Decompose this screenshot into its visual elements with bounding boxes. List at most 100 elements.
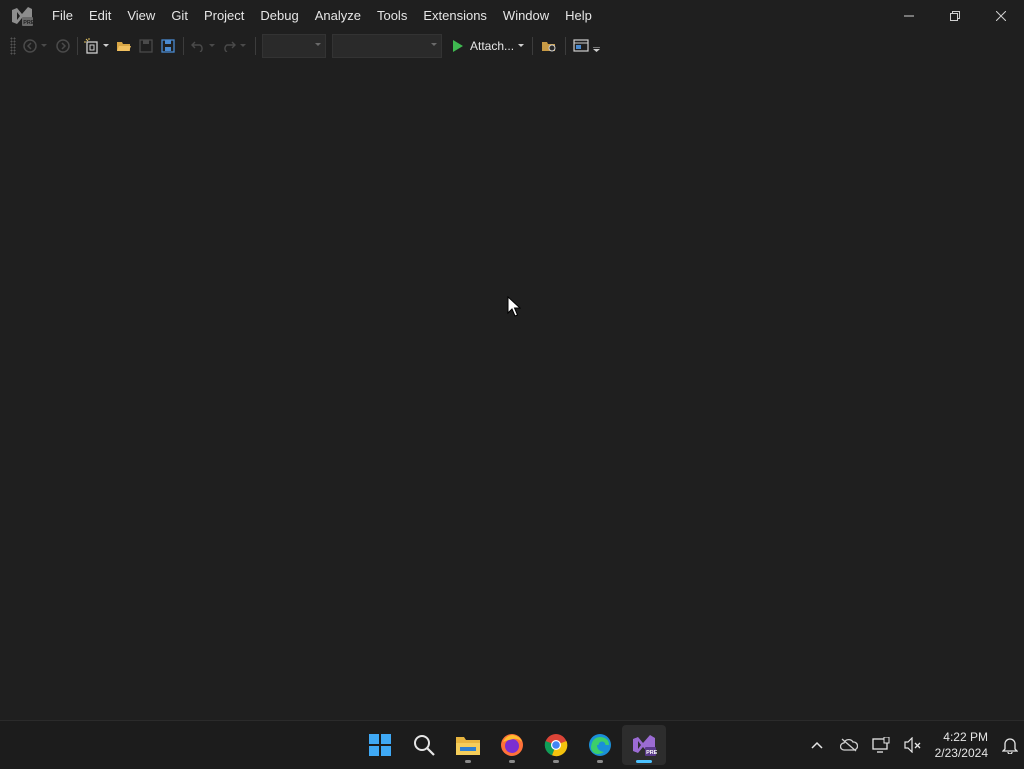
- toolbar-grip[interactable]: [10, 37, 16, 55]
- taskbar-edge[interactable]: [578, 725, 622, 765]
- chevron-down-icon: [41, 44, 47, 47]
- menu-edit[interactable]: Edit: [81, 0, 119, 32]
- new-project-button[interactable]: [83, 35, 101, 57]
- redo-icon: [224, 41, 236, 52]
- taskbar-file-explorer[interactable]: [446, 725, 490, 765]
- undo-button[interactable]: [189, 35, 207, 57]
- solution-platforms-combo[interactable]: [332, 34, 442, 58]
- file-explorer-icon: [456, 737, 480, 755]
- menu-view[interactable]: View: [119, 0, 163, 32]
- menu-tools[interactable]: Tools: [369, 0, 415, 32]
- notifications-button[interactable]: [996, 725, 1024, 765]
- overflow-chevron-icon: [592, 46, 600, 52]
- undo-dropdown-caret[interactable]: [208, 35, 216, 57]
- speaker-muted-icon: [904, 737, 921, 753]
- minimize-icon: [904, 15, 914, 17]
- clock-time: 4:22 PM: [943, 730, 988, 744]
- running-indicator: [465, 760, 471, 763]
- onedrive-tray-button[interactable]: [833, 725, 865, 765]
- search-icon: [414, 735, 435, 756]
- menu-project[interactable]: Project: [196, 0, 252, 32]
- chevron-down-icon: [209, 44, 215, 47]
- toolbar-separator: [565, 37, 567, 55]
- browse-folder-button[interactable]: [538, 35, 560, 57]
- chevron-down-icon: [103, 44, 109, 47]
- cloud-offline-icon: [839, 738, 858, 752]
- volume-tray-button[interactable]: [897, 725, 929, 765]
- back-circle-icon: [23, 39, 37, 53]
- menu-window[interactable]: Window: [495, 0, 557, 32]
- standard-toolbar: Attach...: [0, 32, 1024, 60]
- layout-icon: [573, 39, 589, 52]
- window-layout-button[interactable]: [571, 35, 591, 57]
- svg-text:PRE: PRE: [646, 750, 657, 756]
- open-file-button[interactable]: [114, 35, 134, 57]
- windows-start-icon: [369, 734, 391, 756]
- restore-button[interactable]: [932, 0, 978, 32]
- menu-analyze[interactable]: Analyze: [307, 0, 369, 32]
- network-tray-button[interactable]: [865, 725, 897, 765]
- toolbar-separator: [183, 37, 184, 55]
- menu-debug[interactable]: Debug: [252, 0, 306, 32]
- play-icon: [453, 40, 463, 52]
- restore-icon: [950, 11, 960, 21]
- menu-extensions[interactable]: Extensions: [415, 0, 495, 32]
- search-button[interactable]: [402, 725, 446, 765]
- visual-studio-preview-icon: PRE: [633, 735, 657, 756]
- network-icon: [871, 737, 890, 753]
- navigate-forward-button[interactable]: [54, 35, 72, 57]
- redo-button[interactable]: [220, 35, 238, 57]
- toolbar-separator: [255, 37, 256, 55]
- system-tray: 4:22 PM 2/23/2024: [801, 721, 1024, 769]
- taskbar-visual-studio[interactable]: PRE: [622, 725, 666, 765]
- chevron-down-icon: [240, 44, 246, 47]
- new-project-dropdown-caret[interactable]: [102, 35, 110, 57]
- running-indicator: [553, 760, 559, 763]
- undo-icon: [191, 41, 203, 52]
- close-button[interactable]: [978, 0, 1024, 32]
- save-button[interactable]: [136, 35, 156, 57]
- save-all-icon: [161, 39, 175, 53]
- folder-view-icon: [542, 42, 556, 52]
- chevron-down-icon: [431, 43, 437, 46]
- attach-label: Attach...: [470, 39, 515, 53]
- taskbar-apps: PRE: [358, 721, 666, 769]
- menu-help[interactable]: Help: [557, 0, 600, 32]
- start-button[interactable]: [358, 725, 402, 765]
- toolbar-separator: [532, 37, 534, 55]
- forward-circle-icon: [56, 39, 70, 53]
- backward-dropdown-caret[interactable]: [40, 35, 48, 57]
- show-hidden-icons-button[interactable]: [801, 725, 833, 765]
- save-icon: [139, 39, 153, 53]
- solution-configurations-combo[interactable]: [262, 34, 326, 58]
- edge-icon: [589, 734, 611, 756]
- toolbar-overflow-caret[interactable]: [592, 38, 600, 60]
- windows-taskbar: PRE 4:22 PM 2/23/2024: [0, 720, 1024, 769]
- taskbar-clock[interactable]: 4:22 PM 2/23/2024: [935, 729, 988, 761]
- chevron-up-icon: [811, 741, 823, 749]
- ide-main-area: [0, 60, 1024, 720]
- menu-git[interactable]: Git: [163, 0, 196, 32]
- new-project-icon: [84, 38, 98, 54]
- running-indicator: [597, 760, 603, 763]
- chevron-down-icon: [315, 43, 321, 46]
- chevron-down-icon: [518, 44, 525, 47]
- close-icon: [996, 11, 1006, 21]
- menu-bar: File Edit View Git Project Debug Analyze…: [44, 0, 600, 32]
- save-all-button[interactable]: [158, 35, 178, 57]
- minimize-button[interactable]: [886, 0, 932, 32]
- window-controls: [886, 0, 1024, 32]
- toolbar-separator: [77, 37, 78, 55]
- clock-date: 2/23/2024: [934, 746, 988, 760]
- attach-button[interactable]: Attach...: [448, 35, 528, 57]
- running-indicator: [509, 760, 515, 763]
- navigate-backward-button[interactable]: [21, 35, 39, 57]
- svg-text:PRE: PRE: [23, 20, 34, 26]
- bell-icon: [1002, 738, 1018, 754]
- menu-file[interactable]: File: [44, 0, 81, 32]
- redo-dropdown-caret[interactable]: [239, 35, 247, 57]
- title-bar: PRE File Edit View Git Project Debug Ana…: [0, 0, 1024, 32]
- taskbar-firefox[interactable]: [490, 725, 534, 765]
- taskbar-chrome[interactable]: [534, 725, 578, 765]
- visual-studio-preview-icon[interactable]: PRE: [0, 0, 44, 32]
